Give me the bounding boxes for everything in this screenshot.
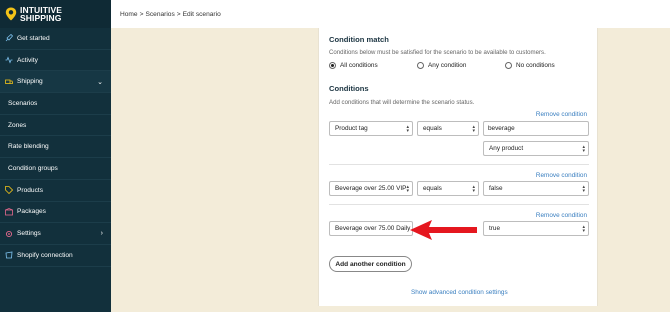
select-value: true <box>489 225 501 232</box>
select-caret-icon: ▴ ▾ <box>582 184 585 194</box>
condition-match-description: Conditions below must be satisfied for t… <box>329 49 546 56</box>
breadcrumb-scenarios[interactable]: Scenarios <box>145 11 174 18</box>
annotation-arrow-icon <box>410 220 477 240</box>
radio-any-condition[interactable]: Any condition <box>417 62 466 69</box>
package-icon <box>5 207 13 216</box>
conditions-title: Conditions <box>329 84 369 93</box>
sidebar-item-label: Settings <box>17 230 41 238</box>
sidebar-item-activity[interactable]: Activity <box>0 50 111 72</box>
breadcrumb: Home > Scenarios > Edit scenario <box>111 0 670 28</box>
chevron-down-icon: ⌄ <box>97 79 103 87</box>
sidebar-item-get-started[interactable]: Get started <box>0 28 111 50</box>
add-condition-button[interactable]: Add another condition <box>329 256 412 272</box>
remove-condition-link[interactable]: Remove condition <box>536 111 587 118</box>
sidebar-item-condition-groups[interactable]: Condition groups <box>0 158 111 180</box>
sidebar-nav: Get started Activity Shipping ⌄ Scenario… <box>0 28 111 267</box>
brand-line2: SHIPPING <box>20 13 62 23</box>
sidebar-item-label: Products <box>17 186 44 194</box>
sidebar-item-label: Zones <box>8 121 27 129</box>
select-caret-icon: ▴ ▾ <box>406 124 409 134</box>
remove-condition-link[interactable]: Remove condition <box>536 212 587 219</box>
sidebar-item-settings[interactable]: Settings › <box>0 223 111 245</box>
chevron-right-icon: › <box>100 230 103 238</box>
sidebar-item-label: Shopify connection <box>17 251 73 259</box>
select-value: Beverage over 75.00 Daily <box>335 225 411 232</box>
select-value: false <box>489 185 503 192</box>
brand-name: INTUITIVE SHIPPING <box>20 5 62 23</box>
sidebar-item-products[interactable]: Products <box>0 180 111 202</box>
select-value: equals <box>423 185 442 192</box>
select-caret-icon: ▴ ▾ <box>406 184 409 194</box>
sidebar-item-label: Rate blending <box>8 143 49 151</box>
condition-value-input[interactable]: beverage <box>483 121 589 136</box>
sidebar-item-label: Condition groups <box>8 164 58 172</box>
condition-scope-select[interactable]: Any product ▴ ▾ <box>483 141 589 156</box>
sidebar-item-label: Scenarios <box>8 99 38 107</box>
sidebar-item-label: Get started <box>17 34 50 42</box>
breadcrumb-separator: > <box>139 10 144 18</box>
select-value: Any product <box>489 145 524 152</box>
select-caret-icon: ▴ ▾ <box>582 144 585 154</box>
sidebar-item-scenarios[interactable]: Scenarios <box>0 93 111 115</box>
condition-field-select[interactable]: Beverage over 25.00 VIP ▴ ▾ <box>329 181 413 196</box>
sidebar: INTUITIVE SHIPPING Get started Activity … <box>0 0 111 312</box>
radio-label: No conditions <box>516 62 555 69</box>
condition-divider <box>329 204 589 205</box>
select-value: equals <box>423 125 442 132</box>
radio-all-conditions[interactable]: All conditions <box>329 62 378 69</box>
select-value: Product tag <box>335 125 368 132</box>
remove-condition-link[interactable]: Remove condition <box>536 172 587 179</box>
sidebar-item-label: Packages <box>17 208 46 216</box>
radio-label: Any condition <box>428 62 467 69</box>
condition-value-select[interactable]: false ▴ ▾ <box>483 181 589 196</box>
advanced-settings-link[interactable]: Show advanced condition settings <box>411 289 508 296</box>
brand-logo[interactable]: INTUITIVE SHIPPING <box>0 0 111 28</box>
select-value: Beverage over 25.00 VIP <box>335 185 407 192</box>
sidebar-item-shipping[interactable]: Shipping ⌄ <box>0 71 111 94</box>
shopify-icon <box>5 251 13 259</box>
condition-field-select[interactable]: Product tag ▴ ▾ <box>329 121 413 136</box>
sidebar-item-label: Shipping <box>17 78 43 86</box>
radio-no-conditions[interactable]: No conditions <box>505 62 555 69</box>
rocket-icon <box>5 34 13 42</box>
sidebar-item-rate-blending[interactable]: Rate blending <box>0 136 111 159</box>
condition-operator-select[interactable]: equals ▴ ▾ <box>417 181 479 196</box>
input-value: beverage <box>488 125 515 132</box>
condition-operator-select[interactable]: equals ▴ ▾ <box>417 121 479 136</box>
radio-selected-icon <box>329 62 336 69</box>
condition-group-select[interactable]: Beverage over 75.00 Daily <box>329 221 413 236</box>
radio-unselected-icon <box>505 62 512 69</box>
truck-icon <box>5 78 13 86</box>
select-caret-icon: ▴ ▾ <box>472 184 475 194</box>
sidebar-item-packages[interactable]: Packages <box>0 202 111 224</box>
activity-icon <box>5 56 13 64</box>
conditions-description: Add conditions that will determine the s… <box>329 99 475 106</box>
radio-label: All conditions <box>340 62 378 69</box>
radio-unselected-icon <box>417 62 424 69</box>
condition-match-options: All conditions Any condition No conditio… <box>329 62 589 71</box>
condition-value-select[interactable]: true ▴ ▾ <box>483 221 589 236</box>
tag-icon <box>5 186 13 195</box>
breadcrumb-separator: > <box>176 10 181 18</box>
condition-divider <box>329 164 589 165</box>
sidebar-item-label: Activity <box>17 56 38 64</box>
gear-icon <box>5 230 13 238</box>
sidebar-item-zones[interactable]: Zones <box>0 114 111 137</box>
scenario-card: Condition match Conditions below must be… <box>318 28 598 306</box>
location-pin-icon <box>5 7 17 21</box>
breadcrumb-current: Edit scenario <box>182 10 221 18</box>
sidebar-item-shopify-connection[interactable]: Shopify connection <box>0 245 111 267</box>
condition-match-title: Condition match <box>329 35 389 44</box>
select-caret-icon: ▴ ▾ <box>582 224 585 234</box>
select-caret-icon: ▴ ▾ <box>472 124 475 134</box>
breadcrumb-home[interactable]: Home <box>120 11 138 18</box>
